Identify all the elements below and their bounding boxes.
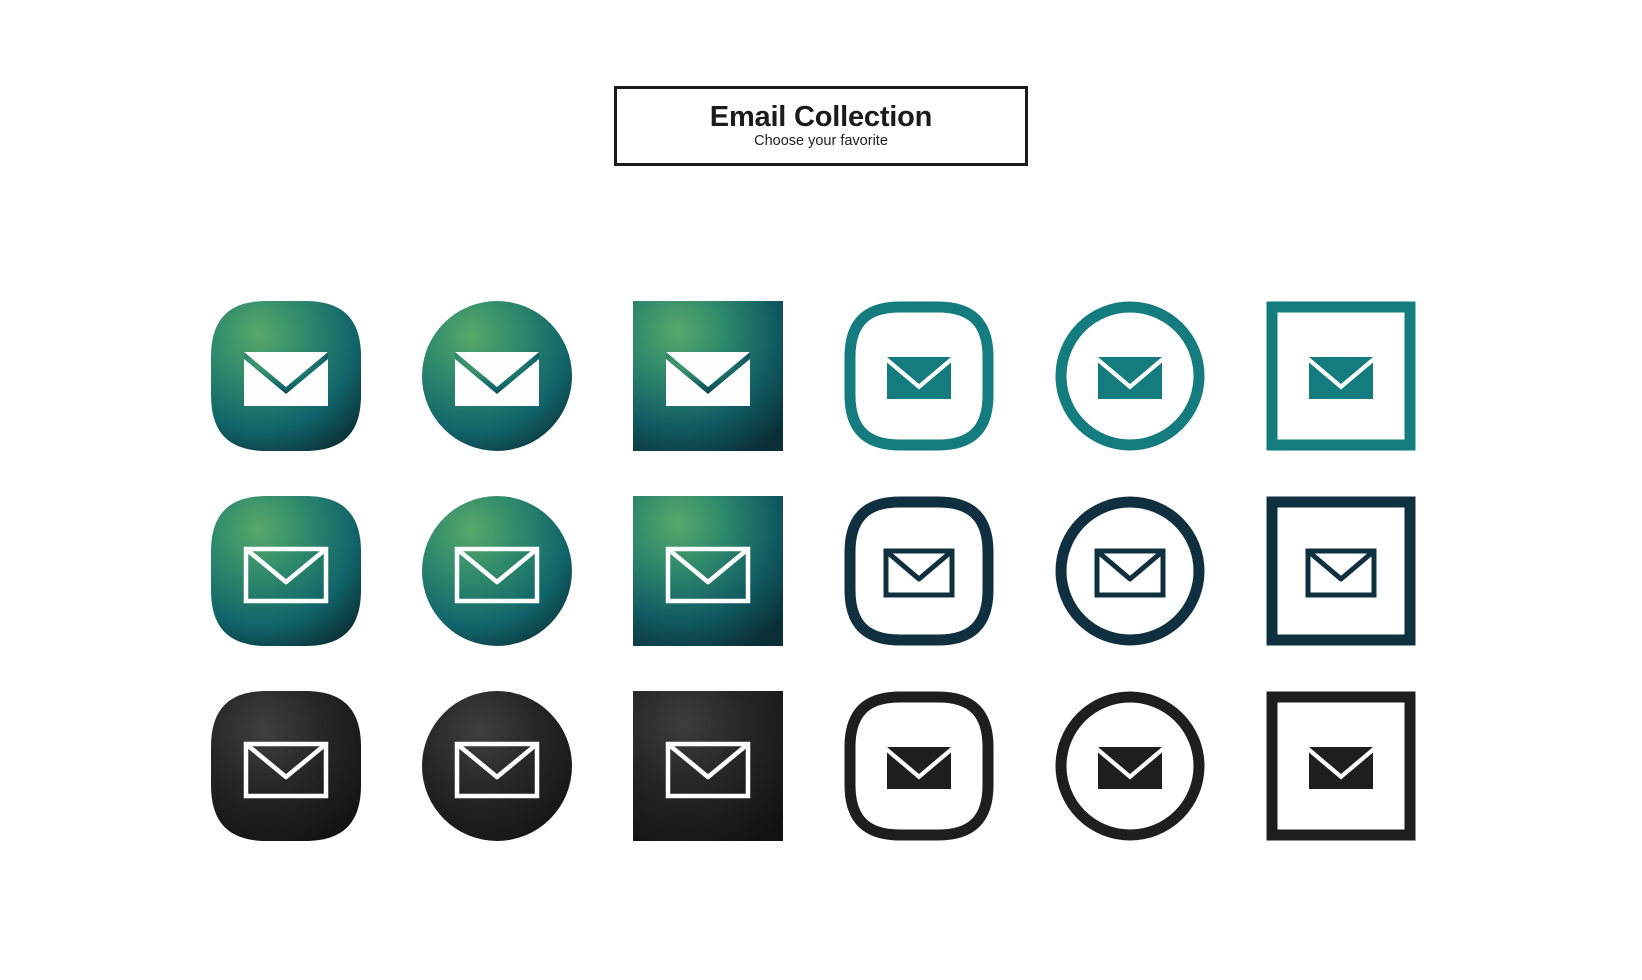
- email-icon-gradient-squircle-line[interactable]: [186, 473, 385, 668]
- title-box: Email Collection Choose your favorite: [614, 86, 1028, 166]
- email-icon-black-squircle[interactable]: [186, 668, 385, 863]
- page-subtitle: Choose your favorite: [754, 133, 888, 150]
- square-black-shape: [632, 690, 783, 841]
- circle-outline-teal-shape: [1055, 301, 1204, 450]
- email-icon-teal-square-outline[interactable]: [1241, 278, 1440, 473]
- circle-gradient-line-shape: [421, 495, 572, 646]
- email-icon-gradient-squircle[interactable]: [186, 278, 385, 473]
- circle-gradient-shape: [421, 300, 572, 451]
- square-gradient-shape: [632, 300, 783, 451]
- circle-black-shape: [421, 690, 572, 841]
- circle-outline-black-shape: [1055, 691, 1204, 840]
- email-icon-black-circle[interactable]: [397, 668, 596, 863]
- circle-outline-navy-shape: [1055, 496, 1204, 645]
- squircle-gradient-shape: [210, 300, 361, 451]
- squircle-outline-teal-shape: [844, 301, 993, 450]
- square-gradient-line-shape: [632, 495, 783, 646]
- header: Email Collection Choose your favorite: [0, 0, 1642, 166]
- square-outline-teal-shape: [1266, 301, 1415, 450]
- squircle-outline-navy-shape: [844, 496, 993, 645]
- email-icon-teal-squircle-outline[interactable]: [819, 278, 1018, 473]
- squircle-outline-black-shape: [844, 691, 993, 840]
- squircle-gradient-line-shape: [210, 495, 361, 646]
- email-icon-navy-squircle-outline[interactable]: [819, 473, 1018, 668]
- email-icon-navy-square-outline[interactable]: [1241, 473, 1440, 668]
- square-outline-black-shape: [1266, 691, 1415, 840]
- email-icon-navy-circle-outline[interactable]: [1030, 473, 1229, 668]
- email-icon-gradient-square-line[interactable]: [608, 473, 807, 668]
- squircle-black-shape: [210, 690, 361, 841]
- square-outline-navy-shape: [1266, 496, 1415, 645]
- email-icon-teal-circle-outline[interactable]: [1030, 278, 1229, 473]
- email-icon-gradient-circle-line[interactable]: [397, 473, 596, 668]
- email-icon-black-square[interactable]: [608, 668, 807, 863]
- email-icon-black-circle-outline[interactable]: [1030, 668, 1229, 863]
- email-icon-black-squircle-outline[interactable]: [819, 668, 1018, 863]
- email-icon-gradient-circle[interactable]: [397, 278, 596, 473]
- email-icon-black-square-outline[interactable]: [1241, 668, 1440, 863]
- email-icon-gradient-square[interactable]: [608, 278, 807, 473]
- icon-grid: [186, 278, 1442, 863]
- page-title: Email Collection: [709, 100, 933, 133]
